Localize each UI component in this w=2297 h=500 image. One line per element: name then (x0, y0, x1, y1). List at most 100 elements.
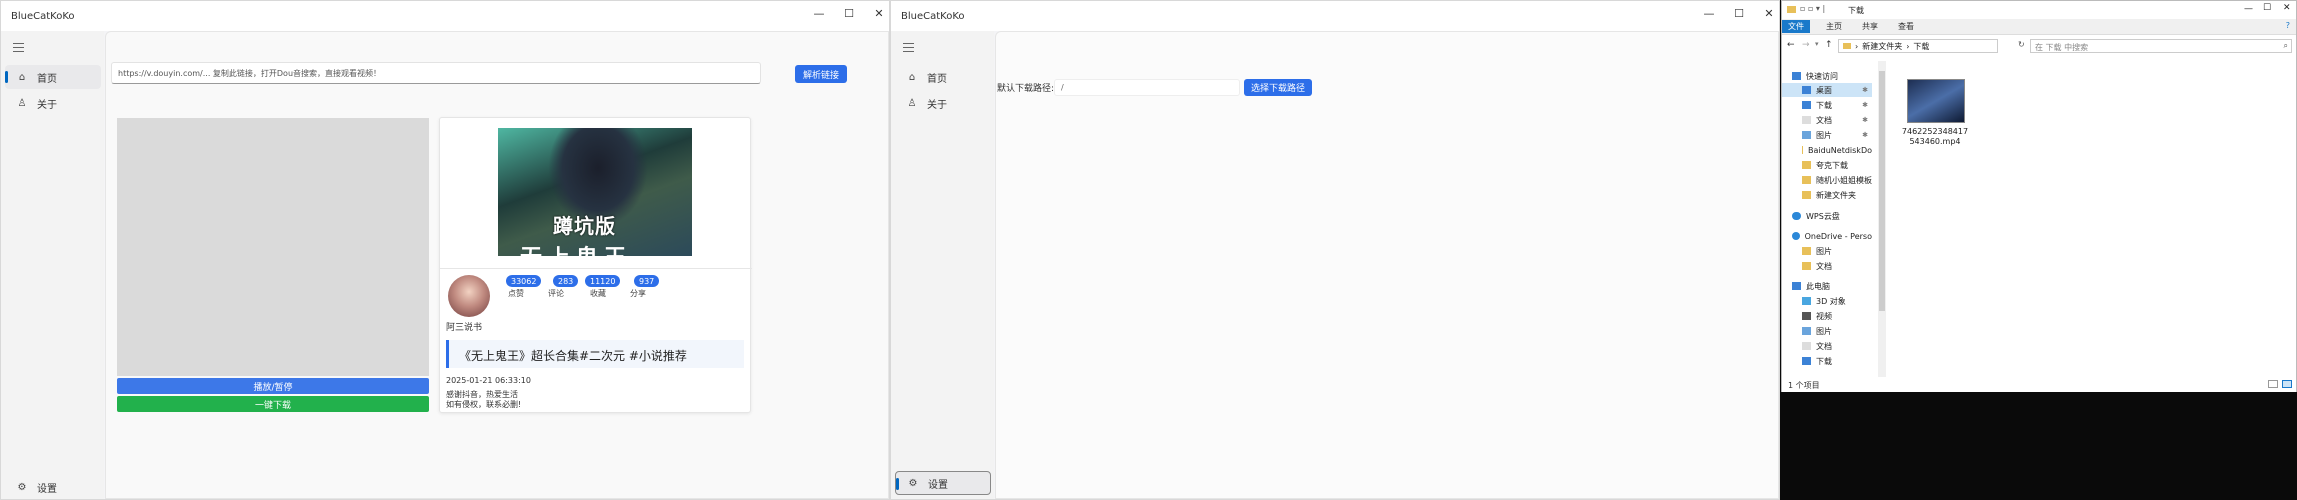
url-input[interactable]: https://v.douyin.com/... 复制此链接，打开Dou音搜索，… (111, 62, 761, 84)
tree-item-folder[interactable]: 图片 (1782, 244, 1872, 258)
tree-item-videos[interactable]: 视频 (1782, 309, 1872, 323)
tree-item-pictures[interactable]: 图片 ✱ (1782, 128, 1872, 142)
tree-item-documents[interactable]: 文档 (1782, 339, 1872, 353)
status-bar: 1 个项目 (1782, 377, 2296, 392)
tree-label: 视频 (1816, 311, 1832, 321)
parse-link-button[interactable]: 解析链接 (795, 65, 847, 83)
tree-item-folder[interactable]: 夸克下载 (1782, 158, 1872, 172)
close-button[interactable]: ✕ (864, 5, 889, 21)
nav-item-settings[interactable]: ⚙ 设置 (5, 475, 101, 499)
video-player[interactable] (117, 118, 429, 376)
tree-item-folder[interactable]: 新建文件夹 (1782, 188, 1872, 202)
file-item[interactable]: 7462252348417 543460.mp4 (1900, 79, 1970, 154)
title-bar[interactable]: BlueCatKoKo — ☐ ✕ (1, 1, 889, 31)
tree-label: 图片 (1816, 130, 1832, 140)
download-button[interactable]: 一键下载 (117, 396, 429, 412)
document-icon (1802, 342, 1811, 350)
author-name: 阿三说书 (446, 323, 483, 333)
help-icon[interactable]: ? (2286, 21, 2290, 30)
cloud-icon (1792, 212, 1801, 220)
user-icon: ♙ (907, 97, 917, 109)
recent-icon[interactable]: ▾ (1815, 40, 1819, 48)
nav-item-settings[interactable]: ⚙ 设置 (895, 471, 991, 495)
refresh-icon[interactable]: ↻ (2018, 40, 2025, 49)
window-title: BlueCatKoKo (901, 11, 965, 22)
tree-item-downloads[interactable]: 下载 ✱ (1782, 98, 1872, 112)
tree-item-quick-access[interactable]: 快速访问 (1782, 69, 1872, 83)
video-title: 《无上鬼王》超长合集#二次元 #小说推荐 (446, 340, 744, 368)
cube-icon (1802, 297, 1811, 305)
explorer-title-bar[interactable]: ▫ ▫ ▾ | 下载 — ☐ ✕ (1782, 1, 2296, 19)
nav-label: 关于 (37, 99, 57, 111)
tree-item-pictures[interactable]: 图片 (1782, 324, 1872, 338)
forward-icon[interactable]: → (1802, 40, 1810, 50)
ribbon-tab-file[interactable]: 文件 (1782, 20, 1810, 33)
pin-icon: ✱ (1862, 131, 1868, 139)
user-icon: ♙ (17, 97, 27, 109)
comments-count: 283 (553, 275, 579, 287)
favorites-count: 11120 (585, 275, 621, 287)
tree-item-folder[interactable]: 随机小姐姐模板 (1782, 173, 1872, 187)
minimize-button[interactable]: — (2244, 4, 2253, 14)
search-input[interactable]: 在 下载 中搜索 (2035, 42, 2088, 53)
tree-item-documents[interactable]: 文档 ✱ (1782, 113, 1872, 127)
hamburger-menu-icon[interactable] (13, 43, 24, 52)
minimize-button[interactable]: — (804, 5, 834, 21)
pin-icon: ✱ (1862, 86, 1868, 94)
nav-item-about[interactable]: ♙ 关于 (895, 91, 991, 115)
navigation-pane: 快速访问 桌面 ✱ 下载 ✱ 文档 ✱ 图片 ✱ BaiduNetdiskDo 夸克下载… (1782, 69, 1878, 375)
tree-item-folder[interactable]: BaiduNetdiskDo (1782, 143, 1872, 157)
ribbon-tab-share[interactable]: 共享 (1862, 21, 1878, 32)
scrollbar[interactable] (1878, 61, 1886, 377)
sidebar: ⌂ 首页 ♙ 关于 ⚙ 设置 (891, 31, 994, 499)
choose-path-button[interactable]: 选择下载路径 (1244, 79, 1312, 96)
scrollbar-thumb[interactable] (1879, 71, 1885, 311)
up-icon[interactable]: ↑ (1825, 40, 1833, 50)
maximize-button[interactable]: ☐ (2263, 3, 2271, 13)
close-button[interactable]: ✕ (2283, 3, 2291, 13)
tree-label: 夸克下载 (1816, 160, 1848, 170)
file-name: 543460.mp4 (1909, 137, 1961, 146)
tree-label: 文档 (1816, 341, 1832, 351)
maximize-button[interactable]: ☐ (834, 5, 864, 21)
details-view-icon[interactable] (2268, 380, 2278, 388)
search-box[interactable]: 在 下载 中搜索 ⌕ (2030, 39, 2292, 53)
download-path-input[interactable]: / (1054, 79, 1240, 96)
tree-item-onedrive[interactable]: OneDrive - Perso (1782, 229, 1872, 243)
breadcrumb-sep: › (1906, 41, 1910, 51)
pin-icon: ✱ (1862, 116, 1868, 124)
tree-item-wps[interactable]: WPS云盘 (1782, 209, 1872, 223)
large-icons-view-icon[interactable] (2282, 380, 2292, 388)
comments-label: 评论 (548, 289, 564, 298)
hamburger-menu-icon[interactable] (903, 43, 914, 52)
nav-item-about[interactable]: ♙ 关于 (5, 91, 101, 115)
maximize-button[interactable]: ☐ (1724, 5, 1754, 21)
tree-item-this-pc[interactable]: 此电脑 (1782, 279, 1872, 293)
item-count: 1 个项目 (1788, 381, 1820, 390)
nav-label: 设置 (37, 483, 57, 495)
breadcrumb-item[interactable]: 新建文件夹 (1862, 41, 1902, 52)
title-bar[interactable]: BlueCatKoKo — ☐ ✕ (891, 1, 1779, 31)
back-icon[interactable]: ← (1787, 40, 1795, 50)
gear-icon: ⚙ (17, 481, 27, 493)
folder-icon (1802, 161, 1811, 169)
breadcrumb-item[interactable]: 下载 (1913, 41, 1929, 52)
cover-text: 蹲坑版 (553, 214, 616, 238)
play-pause-button[interactable]: 播放/暂停 (117, 378, 429, 394)
tree-item-folder[interactable]: 文档 (1782, 259, 1872, 273)
ribbon-tab-home[interactable]: 主页 (1826, 21, 1842, 32)
tree-label: 3D 对象 (1816, 296, 1846, 306)
video-thumbnail (1907, 79, 1965, 123)
tree-item-desktop[interactable]: 桌面 ✱ (1782, 83, 1872, 97)
picture-icon (1802, 131, 1811, 139)
tree-item-downloads[interactable]: 下载 (1782, 354, 1872, 368)
tree-label: 此电脑 (1806, 281, 1830, 291)
minimize-button[interactable]: — (1694, 5, 1724, 21)
nav-item-home[interactable]: ⌂ 首页 (5, 65, 101, 89)
nav-item-home[interactable]: ⌂ 首页 (895, 65, 991, 89)
address-bar[interactable]: › 新建文件夹 › 下载 (1838, 39, 1998, 53)
document-icon (1802, 116, 1811, 124)
close-button[interactable]: ✕ (1754, 5, 1779, 21)
tree-item-3d-objects[interactable]: 3D 对象 (1782, 294, 1872, 308)
ribbon-tab-view[interactable]: 查看 (1898, 21, 1914, 32)
